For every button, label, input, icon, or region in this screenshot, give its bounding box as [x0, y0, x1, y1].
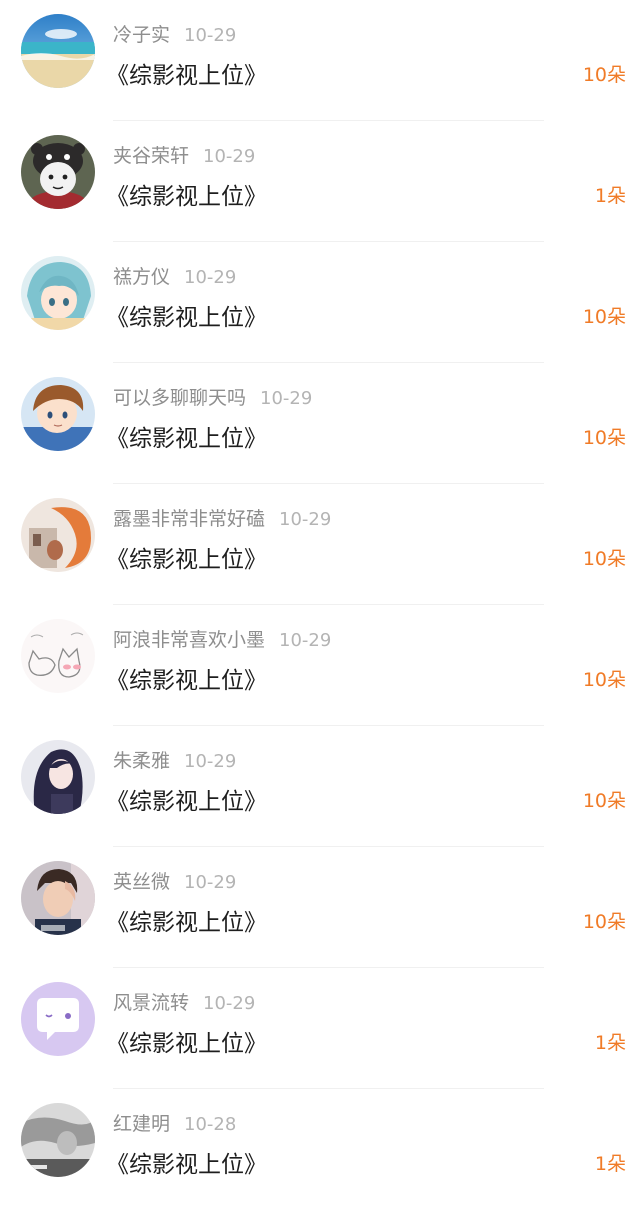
book-title[interactable]: 《综影视上位》 [106, 661, 267, 695]
gift-date: 10-29 [203, 146, 256, 167]
user-name-text: 朱柔雅 [113, 750, 171, 772]
user-name-text: 红建明 [113, 1113, 171, 1135]
book-title[interactable]: 《综影视上位》 [106, 177, 267, 211]
gray-photo-avatar-icon[interactable] [21, 1103, 95, 1177]
gift-amount: 10朵 [582, 427, 626, 449]
list-item[interactable]: 可以多聊聊天吗 10-29 《综影视上位》 10朵 [0, 363, 640, 484]
user-name: 风景流转 10-29 [113, 988, 255, 1015]
user-name-text: 夹谷荣轩 [113, 145, 190, 167]
book-title[interactable]: 《综影视上位》 [106, 298, 267, 332]
gift-date: 10-29 [279, 630, 332, 651]
gift-date: 10-29 [203, 993, 256, 1014]
user-name: 英丝微 10-29 [113, 867, 236, 894]
chat-bubble-avatar-icon[interactable] [21, 982, 95, 1056]
book-title[interactable]: 《综影视上位》 [106, 1145, 267, 1179]
user-name: 露墨非常非常好磕 10-29 [113, 504, 331, 531]
user-name-text: 风景流转 [113, 992, 190, 1014]
fox-tail-avatar-icon[interactable] [21, 498, 95, 572]
gift-amount: 10朵 [582, 790, 626, 812]
gift-amount: 10朵 [582, 306, 626, 328]
gift-amount: 1朵 [594, 185, 626, 207]
user-name: 朱柔雅 10-29 [113, 746, 236, 773]
list-item[interactable]: 禚方仪 10-29 《综影视上位》 10朵 [0, 242, 640, 363]
list-item[interactable]: 英丝微 10-29 《综影视上位》 10朵 [0, 847, 640, 968]
gift-amount: 10朵 [582, 64, 626, 86]
user-name-text: 阿浪非常喜欢小墨 [113, 629, 266, 651]
list-item[interactable]: 阿浪非常喜欢小墨 10-29 《综影视上位》 10朵 [0, 605, 640, 726]
list-item[interactable]: 露墨非常非常好磕 10-29 《综影视上位》 10朵 [0, 484, 640, 605]
user-name-text: 冷子实 [113, 24, 171, 46]
book-title[interactable]: 《综影视上位》 [106, 782, 267, 816]
gift-amount: 1朵 [594, 1032, 626, 1054]
user-name-text: 可以多聊聊天吗 [113, 387, 247, 409]
portrait-photo-avatar-icon[interactable] [21, 861, 95, 935]
user-name: 夹谷荣轩 10-29 [113, 141, 255, 168]
anime-blue-hair-avatar-icon[interactable] [21, 256, 95, 330]
user-name-text: 英丝微 [113, 871, 171, 893]
list-item[interactable]: 夹谷荣轩 10-29 《综影视上位》 1朵 [0, 121, 640, 242]
list-item[interactable]: 红建明 10-28 《综影视上位》 1朵 [0, 1089, 640, 1210]
user-name: 红建明 10-28 [113, 1109, 236, 1136]
book-title[interactable]: 《综影视上位》 [106, 903, 267, 937]
gift-date: 10-28 [184, 1114, 237, 1135]
gift-amount: 10朵 [582, 911, 626, 933]
gift-date: 10-29 [279, 509, 332, 530]
user-name-text: 露墨非常非常好磕 [113, 508, 266, 530]
book-title[interactable]: 《综影视上位》 [106, 1024, 267, 1058]
list-item[interactable]: 冷子实 10-29 《综影视上位》 10朵 [0, 0, 640, 121]
gift-amount: 10朵 [582, 548, 626, 570]
book-title[interactable]: 《综影视上位》 [106, 540, 267, 574]
anime-dark-hair-girl-avatar-icon[interactable] [21, 740, 95, 814]
gift-date: 10-29 [184, 872, 237, 893]
gift-date: 10-29 [260, 388, 313, 409]
cartoon-bear-hat-avatar-icon[interactable] [21, 135, 95, 209]
user-name: 冷子实 10-29 [113, 20, 236, 47]
user-name: 阿浪非常喜欢小墨 10-29 [113, 625, 331, 652]
book-title[interactable]: 《综影视上位》 [106, 56, 267, 90]
list-item[interactable]: 朱柔雅 10-29 《综影视上位》 10朵 [0, 726, 640, 847]
gift-amount: 10朵 [582, 669, 626, 691]
gift-date: 10-29 [184, 267, 237, 288]
sketch-cats-avatar-icon[interactable] [21, 619, 95, 693]
beach-avatar-icon[interactable] [21, 14, 95, 88]
gift-list: 冷子实 10-29 《综影视上位》 10朵 夹谷荣轩 10-29 《综影视上位》 1… [0, 0, 640, 1187]
list-item[interactable]: 风景流转 10-29 《综影视上位》 1朵 [0, 968, 640, 1089]
gift-date: 10-29 [184, 25, 237, 46]
user-name-text: 禚方仪 [113, 266, 171, 288]
book-title[interactable]: 《综影视上位》 [106, 419, 267, 453]
user-name: 禚方仪 10-29 [113, 262, 236, 289]
gift-amount: 1朵 [594, 1153, 626, 1175]
gift-date: 10-29 [184, 751, 237, 772]
user-name: 可以多聊聊天吗 10-29 [113, 383, 312, 410]
anime-brown-hair-avatar-icon[interactable] [21, 377, 95, 451]
